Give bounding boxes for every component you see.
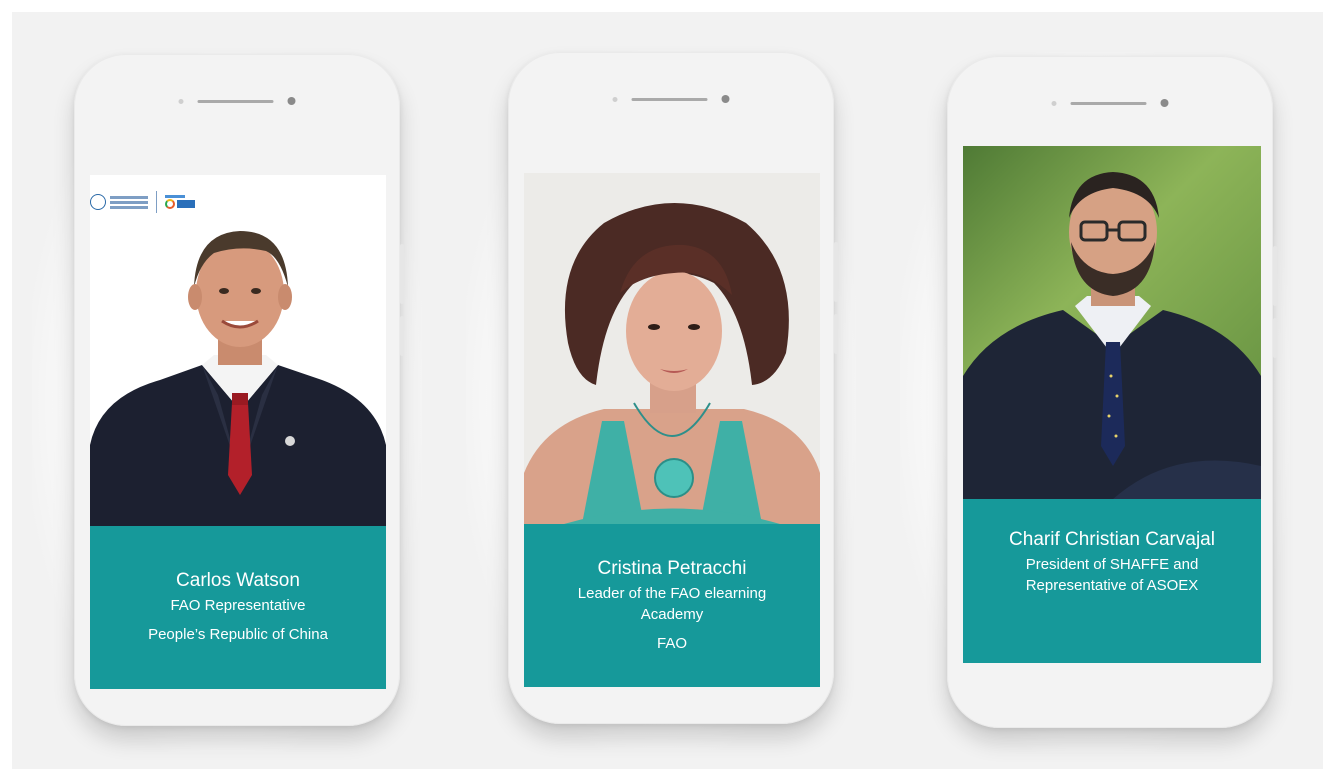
speaker-title: President of SHAFFE and (1025, 556, 1199, 573)
speaker-organization: People’s Republic of China (148, 626, 328, 643)
phone-screen: Carlos Watson FAO Representative People’… (90, 175, 386, 689)
speaker-name: Carlos Watson (176, 570, 300, 591)
phone-side-button (834, 242, 838, 302)
speaker-name: Charif Christian Carvajal (1009, 529, 1215, 550)
phone-screen: Cristina Petracchi Leader of the FAO ele… (524, 173, 820, 687)
speaker-caption: Carlos Watson FAO Representative People’… (90, 526, 386, 689)
phone-side-button (400, 244, 404, 304)
speaker-organization: Representative of ASOEX (1025, 577, 1199, 594)
speaker-card-3: Charif Christian Carvajal President of S… (947, 56, 1277, 728)
phone-side-button (834, 314, 838, 354)
speaker-title-continued: Academy (640, 605, 704, 623)
speaker-photo (90, 175, 386, 526)
phone-side-button (400, 316, 404, 356)
phone-screen: Charif Christian Carvajal President of S… (963, 146, 1261, 663)
speaker-photo (524, 173, 820, 524)
phone-speaker (178, 97, 296, 105)
speaker-caption: Cristina Petracchi Leader of the FAO ele… (524, 524, 820, 687)
speaker-caption: Charif Christian Carvajal President of S… (963, 499, 1261, 663)
speaker-title: FAO Representative (170, 597, 306, 614)
speaker-card-2: Cristina Petracchi Leader of the FAO ele… (508, 52, 838, 724)
phone-side-button (1273, 318, 1277, 358)
phone-speaker (1051, 99, 1169, 107)
speaker-title: Leader of the FAO elearning (577, 584, 767, 602)
speaker-name: Cristina Petracchi (597, 557, 747, 579)
man-portrait-illustration (90, 231, 386, 526)
speaker-photo (963, 146, 1261, 499)
phone-speaker (612, 95, 730, 103)
phone-side-button (1273, 246, 1277, 306)
man-glasses-portrait-illustration (963, 172, 1261, 499)
speaker-card-1: Carlos Watson FAO Representative People’… (74, 54, 404, 726)
speaker-organization: FAO (656, 634, 687, 652)
woman-portrait-illustration (524, 203, 820, 524)
presentation-slide: Carlos Watson FAO Representative People’… (12, 12, 1323, 769)
